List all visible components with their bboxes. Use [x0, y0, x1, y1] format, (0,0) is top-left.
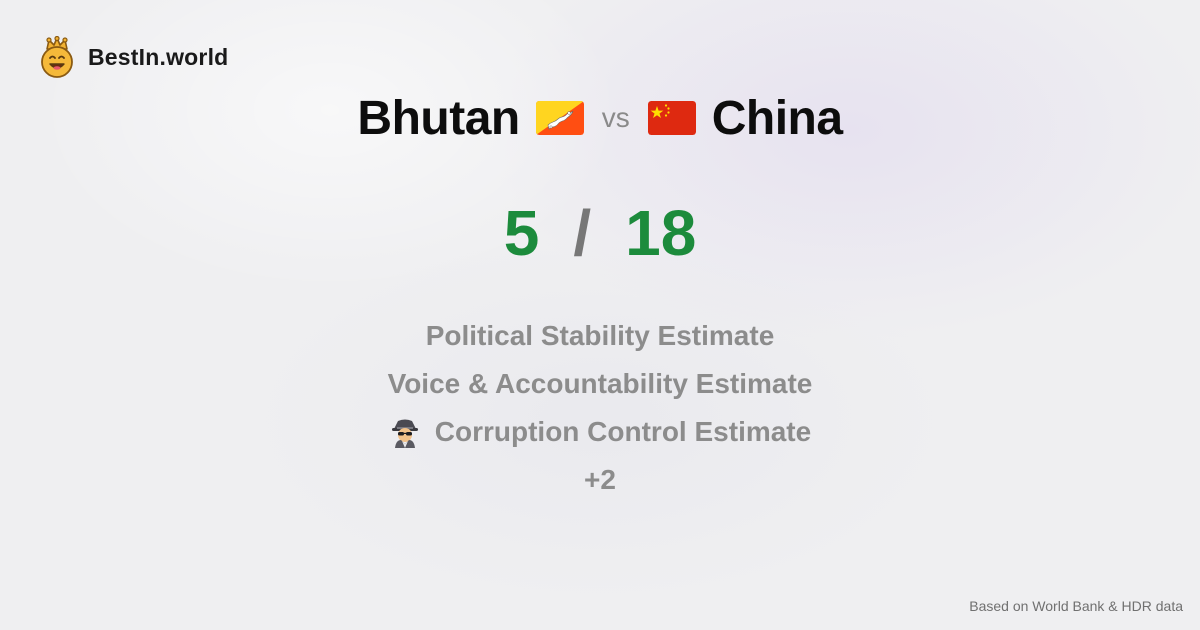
- metric-label: Political Stability Estimate: [425, 320, 775, 351]
- metric-label: +2: [584, 464, 616, 495]
- right-country-name: China: [711, 91, 843, 145]
- crown-smiley-icon: [41, 36, 73, 78]
- vs-label: vs: [601, 102, 630, 133]
- brand[interactable]: BestIn.world: [38, 36, 228, 78]
- data-source-note: Based on World Bank & HDR data: [969, 598, 1183, 614]
- metric-item: Political Stability Estimate: [426, 312, 775, 360]
- left-country-name: Bhutan: [357, 91, 520, 145]
- metric-label: Voice & Accountability Estimate: [387, 368, 813, 399]
- score-row: 5 / 18: [0, 196, 1200, 270]
- score-separator: /: [573, 197, 592, 269]
- bhutan-flag-icon: [535, 101, 584, 135]
- comparison-title: Bhutan vs China: [0, 86, 1200, 150]
- detective-icon: [391, 419, 418, 448]
- more-metrics-count: +2: [584, 456, 616, 504]
- left-score: 5: [503, 197, 540, 269]
- metric-item: Corruption Control Estimate: [389, 408, 811, 456]
- metric-label: Corruption Control Estimate: [434, 416, 812, 447]
- metric-item: Voice & Accountability Estimate: [388, 360, 813, 408]
- right-score: 18: [625, 197, 697, 269]
- metrics-list: Political Stability Estimate Voice & Acc…: [0, 312, 1200, 504]
- china-flag-icon: [647, 101, 696, 135]
- brand-name: BestIn.world: [88, 43, 229, 70]
